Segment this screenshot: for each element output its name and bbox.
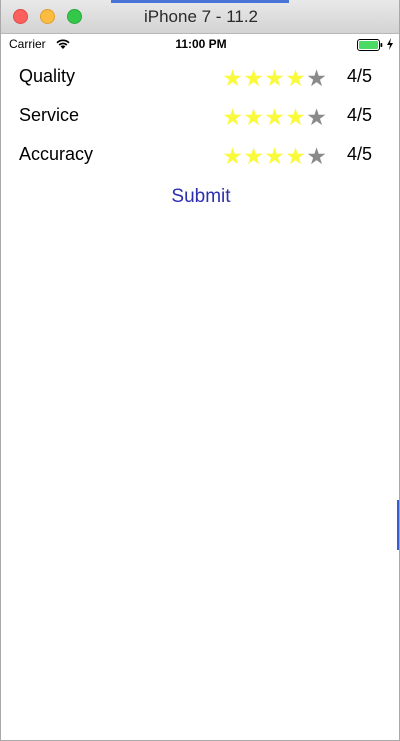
star-filled-icon[interactable]: ★ [285,105,306,129]
rating-form: Quality ★ ★ ★ ★ ★ 4/5 Service ★ ★ ★ ★ ★ … [1,54,399,171]
star-rating-control[interactable]: ★ ★ ★ ★ ★ [222,105,327,129]
star-empty-icon[interactable]: ★ [306,144,327,168]
rating-label: Accuracy [19,144,94,164]
status-time: 11:00 PM [175,37,227,51]
rating-label: Quality [19,66,76,86]
star-filled-icon[interactable]: ★ [264,105,285,129]
star-filled-icon[interactable]: ★ [243,66,264,90]
star-filled-icon[interactable]: ★ [264,66,285,90]
star-filled-icon[interactable]: ★ [222,105,243,129]
star-filled-icon[interactable]: ★ [243,144,264,168]
titlebar-accent [111,0,289,3]
charging-bolt-icon [386,37,394,55]
rating-row-service: Service ★ ★ ★ ★ ★ 4/5 [1,93,399,132]
window-title: iPhone 7 - 11.2 [143,7,259,26]
window-edge-highlight [397,500,399,550]
ios-status-bar: Carrier 11:00 PM [1,34,399,55]
rating-value: 4/5 [347,144,373,164]
window-titlebar[interactable]: iPhone 7 - 11.2 [1,0,399,34]
star-filled-icon[interactable]: ★ [243,105,264,129]
star-empty-icon[interactable]: ★ [306,66,327,90]
star-filled-icon[interactable]: ★ [285,66,306,90]
rating-label: Service [19,105,80,125]
simulator-window: iPhone 7 - 11.2 Carrier 11:00 PM Quality… [0,0,400,741]
star-rating-control[interactable]: ★ ★ ★ ★ ★ [222,144,327,168]
star-filled-icon[interactable]: ★ [222,66,243,90]
star-rating-control[interactable]: ★ ★ ★ ★ ★ [222,66,327,90]
star-filled-icon[interactable]: ★ [264,144,285,168]
rating-value: 4/5 [347,105,373,125]
submit-button[interactable]: Submit [1,186,399,208]
star-filled-icon[interactable]: ★ [222,144,243,168]
rating-value: 4/5 [347,66,373,86]
rating-row-accuracy: Accuracy ★ ★ ★ ★ ★ 4/5 [1,132,399,171]
star-empty-icon[interactable]: ★ [306,105,327,129]
star-filled-icon[interactable]: ★ [285,144,306,168]
rating-row-quality: Quality ★ ★ ★ ★ ★ 4/5 [1,54,399,93]
